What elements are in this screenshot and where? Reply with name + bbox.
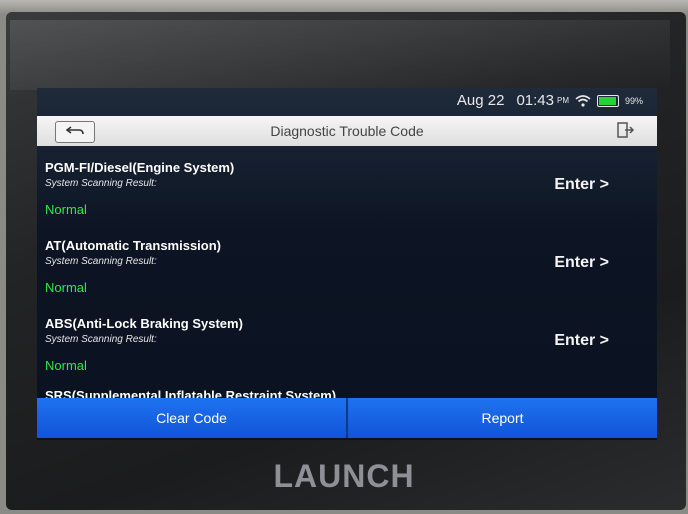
status-date: Aug 22 xyxy=(456,92,505,109)
scan-result: Normal xyxy=(45,202,87,217)
system-name: AT(Automatic Transmission) xyxy=(45,238,222,253)
list-item: ABS(Anti-Lock Braking System) System Sca… xyxy=(37,306,657,384)
title-bar: Diagnostic Trouble Code xyxy=(37,116,657,146)
scan-result: Normal xyxy=(45,358,87,373)
scan-result: Normal xyxy=(45,280,87,295)
action-footer: Clear Code Report xyxy=(37,398,657,438)
brand-logo: LAUNCH xyxy=(273,458,415,494)
list-item: PGM-FI/Diesel(Engine System) System Scan… xyxy=(37,150,657,228)
enter-button[interactable]: Enter > xyxy=(554,332,609,350)
battery-percent: 99% xyxy=(624,95,643,106)
status-bar: Aug 22 01:43 PM 99% xyxy=(37,88,657,114)
device-screen: Aug 22 01:43 PM 99% Diagnostic Trouble C… xyxy=(37,88,657,440)
scan-label: System Scanning Result: xyxy=(45,178,157,189)
scan-label: System Scanning Result: xyxy=(45,256,157,267)
system-list: PGM-FI/Diesel(Engine System) System Scan… xyxy=(37,150,657,400)
exit-button[interactable] xyxy=(613,119,637,143)
clear-code-button[interactable]: Clear Code xyxy=(37,398,346,438)
wifi-icon xyxy=(575,94,591,107)
report-button[interactable]: Report xyxy=(348,398,657,438)
exit-icon xyxy=(615,120,635,143)
enter-button[interactable]: Enter > xyxy=(554,254,609,272)
scan-label: System Scanning Result: xyxy=(45,334,157,345)
system-name: ABS(Anti-Lock Braking System) xyxy=(45,316,243,331)
page-title: Diagnostic Trouble Code xyxy=(270,123,424,139)
status-time: 01:43 xyxy=(516,92,554,109)
battery-fill xyxy=(598,96,616,105)
status-ampm: PM xyxy=(556,96,569,105)
list-item: AT(Automatic Transmission) System Scanni… xyxy=(37,228,657,306)
system-name: PGM-FI/Diesel(Engine System) xyxy=(45,160,235,175)
enter-button[interactable]: Enter > xyxy=(554,176,609,194)
battery-icon xyxy=(596,94,619,107)
